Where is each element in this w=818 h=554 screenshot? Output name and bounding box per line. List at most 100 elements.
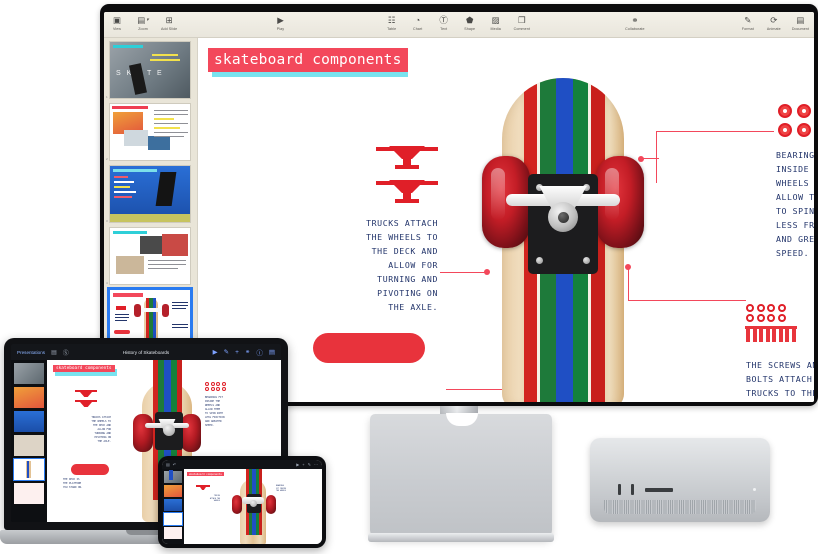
phone-slide-navigator[interactable]: [162, 469, 184, 544]
laptop-thumbnail[interactable]: [14, 363, 44, 384]
nut-row: [746, 314, 814, 322]
laptop-bearing-icon: [205, 387, 209, 391]
plus-icon[interactable]: +: [302, 462, 304, 467]
thumb-photo: [116, 256, 144, 274]
toolbar-right-group: ✎ Format ⟳ Animate ▤ Document: [735, 12, 814, 32]
panels-icon[interactable]: ▤: [166, 462, 170, 467]
laptop-thumbnail[interactable]: [14, 483, 44, 504]
laptop-thumbnail[interactable]: [14, 387, 44, 408]
usb-c-port: [631, 484, 634, 495]
thumb-text-line: [114, 186, 130, 188]
thumb-band: [113, 45, 143, 48]
pen-icon[interactable]: ✎: [224, 348, 229, 356]
phone-thumbnail[interactable]: [164, 499, 182, 511]
toolbar-collaborate-button[interactable]: ⚭ Collaborate: [620, 12, 649, 32]
thumb-text-line: [114, 191, 136, 193]
play-icon[interactable]: ▶: [296, 462, 299, 467]
toolbar-zoom-label: Zoom: [138, 27, 148, 31]
nut-icon: [756, 314, 765, 322]
laptop-document-title: History of Skateboards: [122, 349, 170, 355]
toolbar-format-button[interactable]: ✎ Format: [735, 12, 761, 32]
bearing-row: [778, 123, 814, 137]
format-icon[interactable]: ▤: [269, 348, 275, 356]
phone-kingpin: [250, 500, 257, 507]
laptop-truck-icon-bar: [75, 400, 97, 402]
laptop-bearing-icon: [205, 382, 209, 386]
play-icon[interactable]: ▶: [213, 348, 218, 356]
bearing-icon: [797, 123, 811, 137]
thumb-text-line: [114, 196, 132, 198]
iphone-body: ▤ ↶ ▶ + ✎ ⋯ skateboard components TRUCKS…: [158, 456, 326, 548]
thumb-text-line: [172, 305, 188, 307]
thumb-number: 4: [106, 281, 108, 285]
toolbar-comment-button[interactable]: ❐ Comment: [509, 12, 535, 32]
laptop-topbar: Presentations ▤ Ⓢ History of Skateboards…: [11, 344, 281, 360]
bolt-icon: [770, 326, 778, 342]
thumb-band: [113, 169, 157, 172]
annotation-screws: THE SCREWS AND BOLTS ATTACH THE TRUCKS T…: [746, 360, 814, 398]
nut-icon: [767, 314, 775, 322]
slide-title-group[interactable]: skateboard components: [208, 48, 408, 77]
phone-thumbnail[interactable]: [164, 527, 182, 539]
toolbar-view-button[interactable]: ▣ View: [104, 12, 130, 32]
toolbar-table-button[interactable]: ☷ Table: [379, 12, 405, 32]
toolbar-media-label: Media: [490, 27, 501, 31]
ventilation-grille: [604, 500, 756, 514]
laptop-annotation-bearings: BEARINGS FIT INSIDE THE WHEELS AND ALLOW…: [205, 396, 225, 427]
back-to-presentations-button[interactable]: Presentations: [17, 350, 45, 355]
phone-slide-canvas[interactable]: skateboard components TRUCKS ATTACH THE …: [184, 469, 322, 544]
slide-thumbnail-4[interactable]: 4: [106, 227, 192, 285]
phone-thumbnail[interactable]: [164, 471, 182, 483]
plus-icon[interactable]: +: [235, 349, 239, 356]
phone-slide-title: skateboard components: [187, 472, 224, 476]
phone-annotation-trucks: TRUCKS ATTACH THE WHEELS: [209, 495, 220, 503]
baseplate-bolt: [536, 257, 543, 264]
toolbar-shape-button[interactable]: ⬟ Shape: [457, 12, 483, 32]
slide-thumbnail-2[interactable]: 2: [106, 103, 192, 161]
toolbar-insert-group: ☷ Table ◔ Chart Ⓣ Text ⬟ Shape ▨ Media ❐…: [379, 12, 535, 32]
slide-thumbnail-3[interactable]: 3: [106, 165, 192, 223]
phone-thumbnail-selected[interactable]: [163, 470, 183, 526]
toolbar-animate-button[interactable]: ⟳ Animate: [761, 12, 787, 32]
phone-wheel-right: [266, 495, 276, 514]
toolbar-add-slide-button[interactable]: ⊞ Add Slide: [156, 12, 182, 32]
thumb-text-line: [154, 110, 188, 112]
bolt-row: [744, 326, 814, 342]
thumb-photo: [124, 130, 148, 146]
toolbar-collaborate-label: Collaborate: [625, 27, 645, 31]
toolbar-shape-label: Shape: [464, 27, 476, 31]
bolt-icon: [783, 326, 791, 342]
no-entry-icon[interactable]: Ⓢ: [63, 348, 69, 357]
phone-annotation-bearings: BEARINGS FIT INSIDE THE WHEELS: [276, 485, 287, 493]
panels-icon[interactable]: ▤: [51, 349, 57, 356]
annotation-trucks: TRUCKS ATTACH THE WHEELS TO THE DECK AND…: [366, 218, 438, 312]
slide-thumbnail-1[interactable]: S K A T E 1: [106, 41, 192, 99]
kingpin-nut: [548, 202, 578, 232]
red-pill-shape: [313, 333, 425, 363]
toolbar-play-button[interactable]: ▶ Play: [267, 12, 293, 32]
more-icon[interactable]: ⋯: [314, 462, 318, 467]
thumb-footer-band: [110, 214, 190, 222]
toolbar-document-button[interactable]: ▤ Document: [787, 12, 814, 32]
format-icon[interactable]: ✎: [308, 462, 311, 467]
thumb-text-line: [154, 136, 184, 138]
toolbar-text-button[interactable]: Ⓣ Text: [431, 12, 457, 32]
animate-icon: ⟳: [770, 14, 778, 25]
toolbar-media-button[interactable]: ▨ Media: [483, 12, 509, 32]
add-slide-icon: ⊞: [165, 14, 173, 25]
help-icon[interactable]: ⓘ: [256, 347, 263, 357]
toolbar-chart-button[interactable]: ◔ Chart: [405, 12, 431, 32]
thumb-highlight: [154, 118, 174, 120]
thumb-highlight: [152, 54, 178, 56]
toolbar-play-label: Play: [276, 27, 285, 31]
toolbar-zoom-button[interactable]: ▤ ▾ Zoom: [130, 12, 156, 32]
laptop-thumbnail[interactable]: [14, 411, 44, 432]
phone-thumbnail[interactable]: [164, 485, 182, 497]
laptop-thumbnail-selected[interactable]: [13, 458, 45, 481]
undo-icon[interactable]: ↶: [173, 462, 176, 467]
collaborate-icon[interactable]: ⚭: [245, 348, 250, 356]
laptop-thumbnail[interactable]: [14, 435, 44, 456]
laptop-slide-navigator[interactable]: [11, 360, 47, 522]
shape-icon: ⬟: [465, 14, 474, 25]
nut-icon: [746, 314, 754, 322]
